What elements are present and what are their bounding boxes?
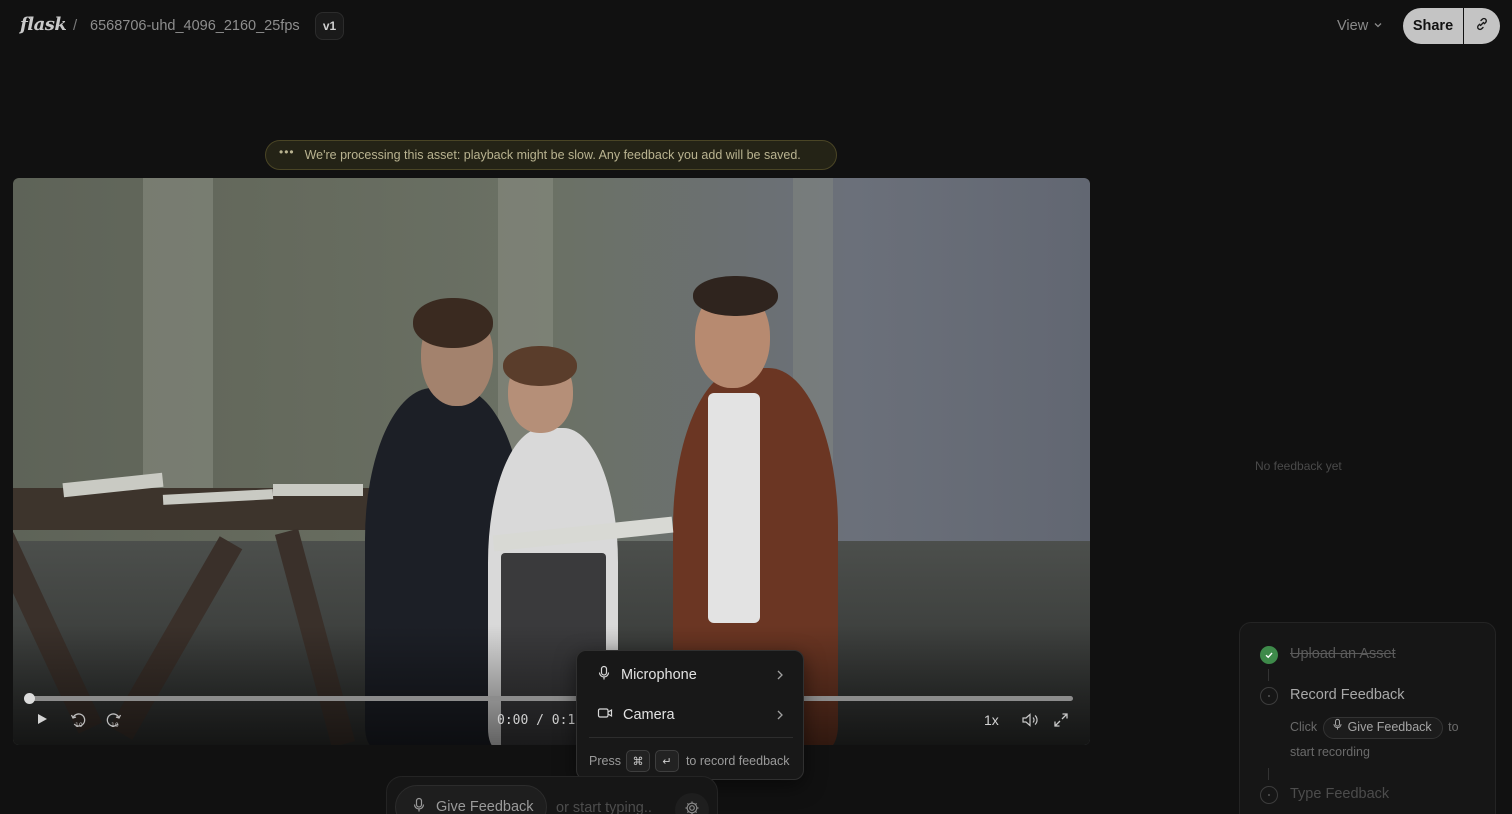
menu-divider [589,737,793,738]
progress-scrubber[interactable] [24,693,35,704]
processing-dots: ••• [279,145,295,159]
rewind-10-button[interactable]: 10 [68,712,88,732]
hint-suffix: to record feedback [685,754,790,768]
playback-time: 0:00 / 0:1 [497,713,576,728]
recording-device-menu: Microphone Camera Press ⌘ ↵ to record fe… [576,650,804,780]
playback-speed-button[interactable]: 1x [984,712,999,728]
share-button[interactable]: Share [1403,8,1463,44]
menu-item-camera[interactable]: Camera [585,697,797,733]
view-label: View [1337,18,1369,34]
settings-button[interactable] [675,793,709,814]
forward-10-icon: 10 [105,711,123,734]
link-icon [1474,16,1490,37]
onboarding-checklist: Upload an Asset Record Feedback Click Gi… [1239,622,1496,814]
chip-label: Give Feedback [1347,720,1432,735]
check-circle-icon [1260,646,1278,664]
forward-10-button[interactable]: 10 [104,712,124,732]
play-icon [35,712,49,731]
record-feedback-instructions: Click Give Feedback to start recording [1290,715,1480,765]
processing-banner: ••• We're processing this asset: playbac… [265,140,837,170]
play-button[interactable] [33,712,51,730]
command-key: ⌘ [625,750,650,772]
microphone-icon [412,797,426,814]
svg-text:10: 10 [111,722,119,729]
top-bar: flask / 6568706-uhd_4096_2160_25fps v1 V… [0,0,1512,54]
instruction-click: Click [1290,720,1318,734]
processing-message: We're processing this asset: playback mi… [304,148,801,162]
microphone-icon [597,665,611,685]
volume-button[interactable] [1019,712,1041,732]
give-feedback-button[interactable]: Give Feedback [395,785,547,814]
progress-bar[interactable] [24,693,1073,704]
step-connector [1268,768,1269,780]
enter-key: ↵ [654,750,679,772]
pending-step-icon [1260,687,1278,705]
svg-text:10: 10 [75,722,83,729]
step-connector [1268,669,1269,681]
step-record-feedback: Record Feedback [1290,687,1405,703]
microphone-label: Microphone [621,667,697,683]
step-upload-asset: Upload an Asset [1290,646,1396,662]
record-shortcut-hint: Press ⌘ ↵ to record feedback [589,750,790,772]
hint-prefix: Press [589,754,621,768]
menu-item-microphone[interactable]: Microphone [585,657,797,693]
fullscreen-button[interactable] [1051,712,1071,732]
chevron-right-icon [775,708,785,726]
volume-icon [1021,712,1039,733]
breadcrumb-separator: / [73,17,78,34]
rewind-10-icon: 10 [69,711,87,734]
share-group: Share [1403,8,1500,44]
camera-icon [597,706,613,724]
feedback-text-input[interactable]: or start typing.. [556,800,652,814]
gear-icon [684,800,700,814]
asset-name[interactable]: 6568706-uhd_4096_2160_25fps [90,18,300,34]
camera-label: Camera [623,707,675,723]
chevron-right-icon [775,668,785,686]
video-frame [13,178,1090,745]
step-type-feedback: Type Feedback [1290,786,1390,802]
give-feedback-label: Give Feedback [436,799,534,814]
video-player[interactable]: 10 10 0:00 / 0:1 1x [13,178,1090,745]
pending-step-icon [1260,786,1278,804]
feedback-input-bar: Give Feedback or start typing.. [386,776,718,814]
version-badge[interactable]: v1 [315,12,344,40]
chevron-down-icon [1373,18,1383,34]
microphone-icon [1332,715,1343,740]
expand-icon [1053,712,1069,733]
copy-link-button[interactable] [1464,8,1500,44]
flask-logo[interactable]: flask [20,14,67,35]
view-dropdown-button[interactable]: View [1337,18,1383,34]
empty-feedback-text: No feedback yet [1255,459,1342,473]
give-feedback-chip[interactable]: Give Feedback [1322,715,1443,740]
